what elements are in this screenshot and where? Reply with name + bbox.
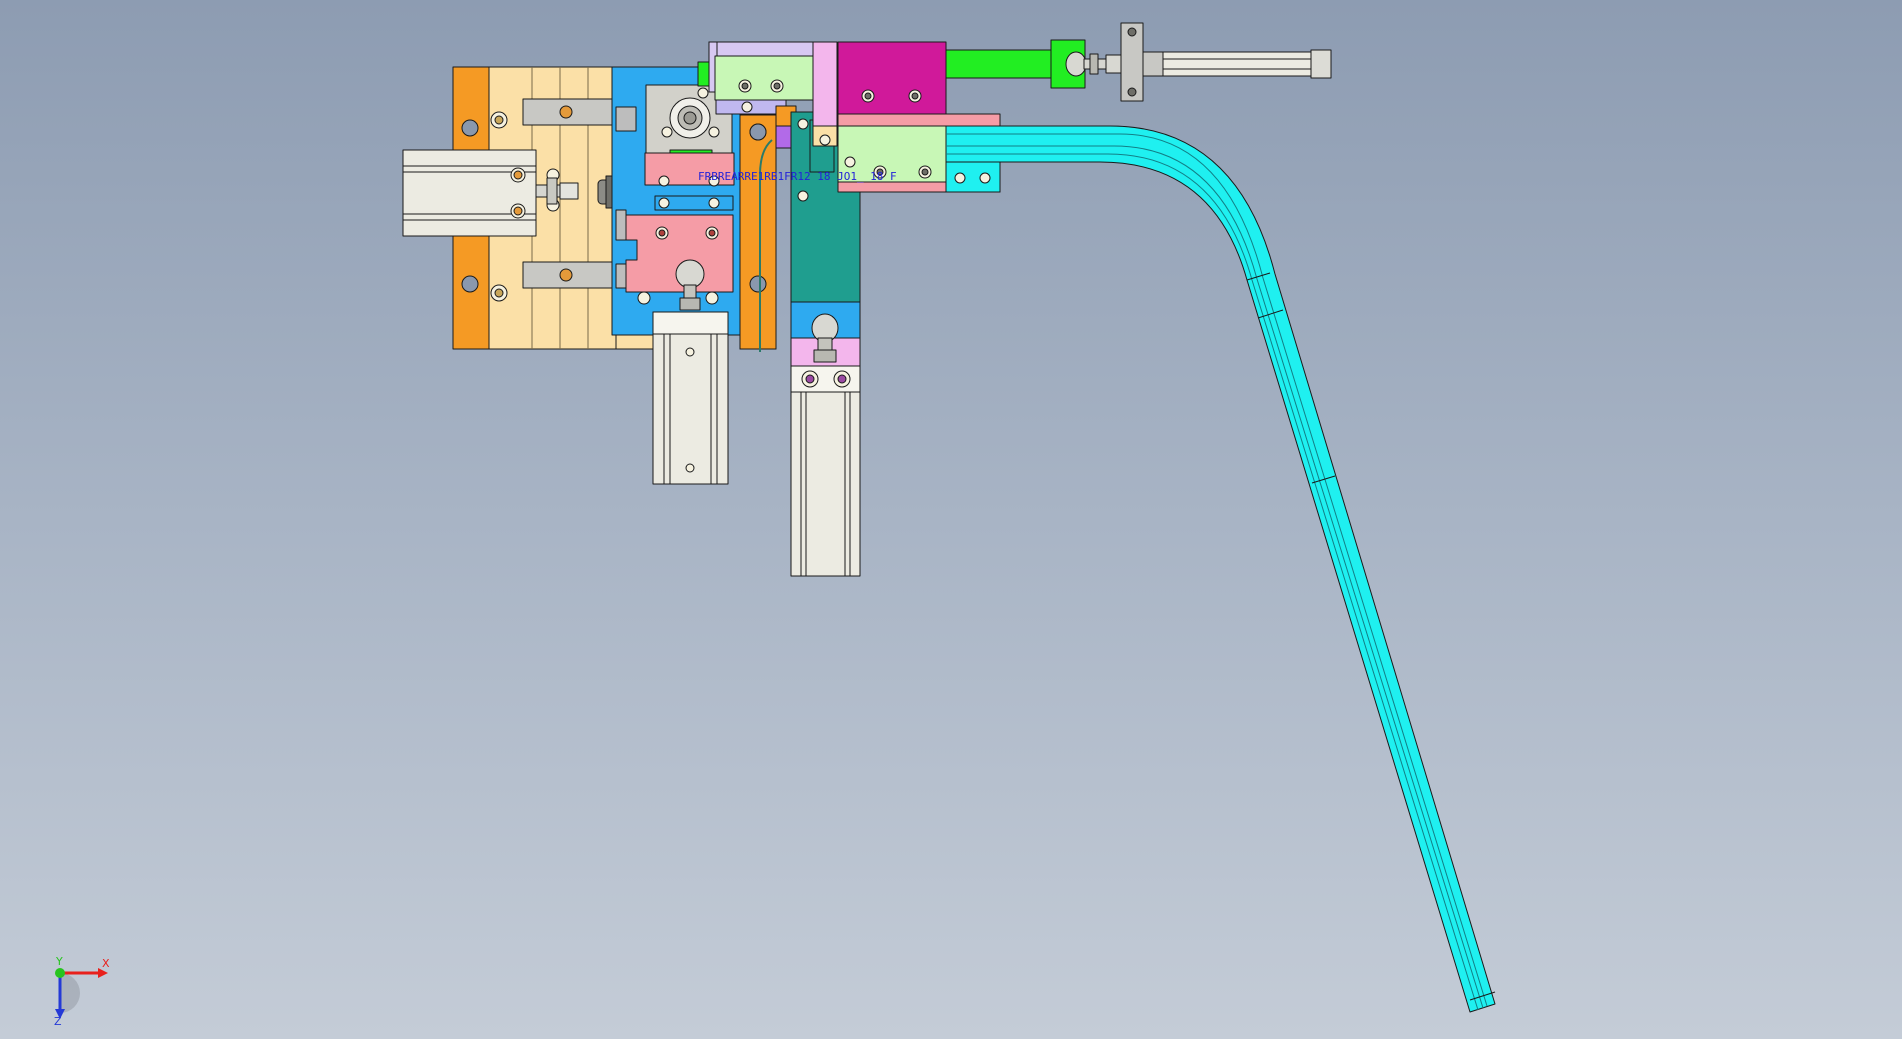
pink-guide-strip[interactable]: [812, 41, 838, 127]
pink-rail-top[interactable]: [837, 113, 1001, 127]
cyan-mount-bracket[interactable]: [945, 161, 1001, 193]
y-axis-dot: [55, 968, 65, 978]
lavender-top-plate[interactable]: [708, 41, 815, 57]
green-push-rod[interactable]: [945, 49, 1052, 79]
coordinate-triad: X Y Z: [54, 955, 110, 1025]
y-axis-label: Y: [55, 955, 63, 968]
pen-air-cylinder[interactable]: [1162, 51, 1312, 77]
cad-viewport[interactable]: FRBREARRE1RB1FR12 18 JO1_ 18 F X Y Z: [0, 0, 1902, 1039]
z-axis-label: Z: [54, 1015, 62, 1025]
mounting-hole: [461, 275, 479, 293]
x-axis-label: X: [102, 957, 110, 970]
cylinder-knob[interactable]: [675, 259, 705, 289]
light-green-mounting-plate[interactable]: [714, 55, 824, 101]
horizontal-air-cylinder[interactable]: [402, 149, 537, 237]
cyan-feed-track[interactable]: [945, 125, 1496, 1013]
magenta-actuator-block[interactable]: [837, 41, 947, 115]
small-purple-connector[interactable]: [775, 125, 793, 149]
mounting-hole: [461, 119, 479, 137]
cad-annotation: FRBREARRE1RB1FR12 18 JO1_ 18 F: [698, 170, 897, 183]
cad-assembly-drawing[interactable]: FRBREARRE1RB1FR12 18 JO1_ 18 F: [0, 0, 1902, 1039]
